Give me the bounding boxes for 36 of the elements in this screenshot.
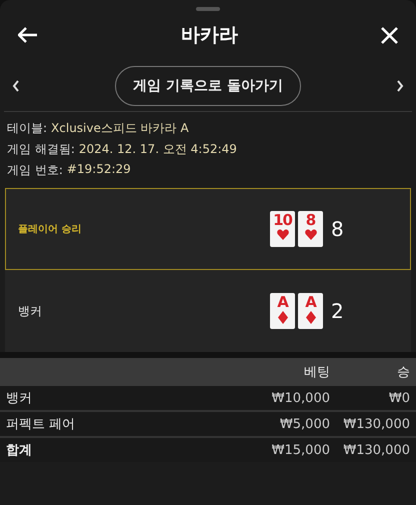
table-cell-text: 합계 [6,442,33,459]
playing-card: 10 [270,211,295,247]
chevron-left-icon[interactable] [12,80,20,92]
info-value: #19:52:29 [66,162,131,178]
diamond-icon [306,311,316,324]
heart-icon [304,229,316,240]
info-label: 게임 번호: [7,162,63,179]
drag-handle[interactable] [196,7,220,11]
playing-card: 8 [298,211,323,247]
playing-card: A [270,293,295,329]
back-arrow-icon[interactable] [18,27,38,43]
table-cell-text: ₩0 [388,390,410,406]
back-to-history-button[interactable]: 게임 기록으로 돌아가기 [115,66,301,106]
table-cell-text: ₩130,000 [342,442,410,458]
table-cell-text: ₩15,000 [270,442,330,458]
hand-name: 뱅커 [18,302,43,320]
close-icon[interactable] [381,26,398,44]
info-value: 2024. 12. 17. 오전 4:52:49 [78,141,237,158]
hand-total: 8 [331,217,344,241]
table-cell-text: 뱅커 [6,390,33,407]
window-title: 바카라 [181,23,238,48]
table-cell-text: ₩130,000 [342,416,410,432]
hand-name: 플레이어 승리 [18,223,82,236]
heart-icon [276,229,288,240]
table-cell-text: ₩5,000 [278,416,330,432]
table-cell-text: ₩10,000 [270,390,330,406]
column-header: 베팅 [303,364,330,381]
chevron-right-icon[interactable] [396,80,404,92]
column-header: 승 [396,364,410,381]
playing-card: A [298,293,323,329]
info-value: Xclusive스피드 바카라 A [51,120,189,137]
info-label: 테이블: [7,120,48,137]
info-label: 게임 해결됨: [7,141,75,158]
diamond-icon [278,311,288,324]
hand-total: 2 [331,299,344,323]
table-cell-text: 퍼펙트 페어 [6,416,76,433]
